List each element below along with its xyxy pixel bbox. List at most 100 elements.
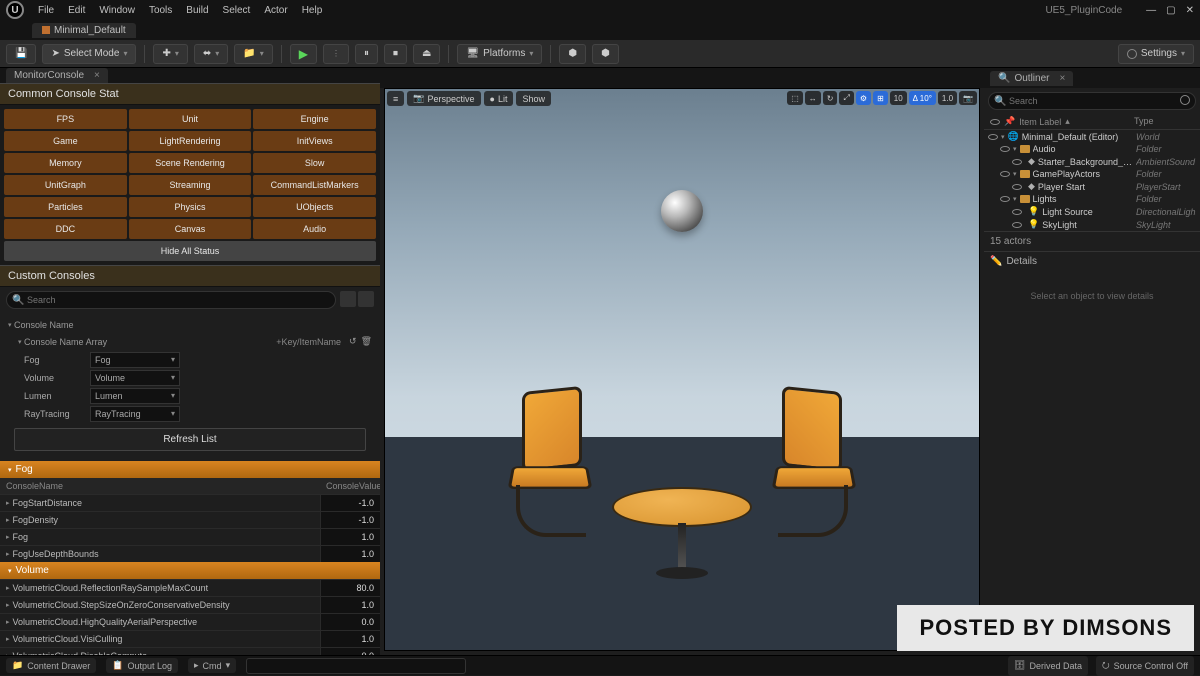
fog-value[interactable]: 1.0	[320, 529, 380, 545]
reset-icon[interactable]: ↺	[349, 336, 357, 347]
outliner-node[interactable]: 💡Light SourceDirectionalLight	[984, 205, 1200, 218]
fog-key[interactable]: ▸Fog	[0, 529, 320, 545]
console-name-row[interactable]: ▾ Console Name	[8, 317, 372, 333]
stat-ddc[interactable]: DDC	[4, 219, 127, 239]
fog-value[interactable]: 1.0	[320, 546, 380, 562]
visibility-icon[interactable]	[1012, 222, 1022, 228]
pause-button[interactable]: ⏸	[355, 44, 378, 64]
toolbar-extra-2[interactable]: ⬢	[592, 44, 619, 64]
stat-particles[interactable]: Particles	[4, 197, 127, 217]
outliner-node[interactable]: ▾AudioFolder	[984, 143, 1200, 155]
window-max-icon[interactable]: ▢	[1166, 5, 1175, 16]
viewport-widget-7[interactable]: Δ 10°	[909, 91, 936, 105]
menu-actor[interactable]: Actor	[264, 5, 287, 16]
volume-section-header[interactable]: ▾Volume	[0, 562, 380, 579]
ctrl-dropdown-raytracing[interactable]: RayTracing▾	[90, 406, 180, 422]
visibility-icon[interactable]	[1012, 159, 1022, 165]
stat-unit[interactable]: Unit	[129, 109, 252, 129]
viewport-widget-4[interactable]: ⚙	[856, 91, 871, 105]
stat-physics[interactable]: Physics	[129, 197, 252, 217]
content-drawer-button[interactable]: 📁 Content Drawer	[6, 658, 96, 673]
outliner-node[interactable]: ▾GamePlayActorsFolder	[984, 168, 1200, 180]
outliner-col-type[interactable]: Type	[1134, 116, 1194, 127]
outliner-node[interactable]: ◆Starter_Background_CueAmbientSound	[984, 155, 1200, 168]
viewport-widget-1[interactable]: ↔	[805, 91, 821, 105]
stat-audio[interactable]: Audio	[253, 219, 376, 239]
fog-key[interactable]: ▸FogDensity	[0, 512, 320, 528]
menu-edit[interactable]: Edit	[68, 5, 85, 16]
search-opt-1[interactable]	[340, 291, 356, 307]
menu-file[interactable]: File	[38, 5, 54, 16]
volume-key[interactable]: ▸VolumetricCloud.HighQualityAerialPerspe…	[0, 614, 320, 630]
viewport-widget-9[interactable]: 📷	[959, 91, 977, 105]
ctrl-dropdown-fog[interactable]: Fog▾	[90, 352, 180, 368]
viewport-lit-button[interactable]: ● Lit	[484, 91, 514, 106]
fog-key[interactable]: ▸FogStartDistance	[0, 495, 320, 511]
window-close-icon[interactable]: ✕	[1186, 5, 1194, 16]
custom-console-search[interactable]	[6, 291, 336, 309]
menu-tools[interactable]: Tools	[149, 5, 172, 16]
fog-section-header[interactable]: ▾Fog	[0, 461, 380, 478]
outliner-search-input[interactable]	[988, 92, 1196, 110]
ctrl-dropdown-lumen[interactable]: Lumen▾	[90, 388, 180, 404]
viewport[interactable]: ≡ 📷 Perspective ● Lit Show ⬚↔↻⤢⚙⊞10Δ 10°…	[384, 88, 980, 651]
menu-build[interactable]: Build	[186, 5, 208, 16]
volume-value[interactable]: 0.0	[320, 648, 380, 655]
outliner-node[interactable]: 💡SkyLightSkyLight	[984, 218, 1200, 231]
settings-button[interactable]: Settings ▾	[1118, 44, 1194, 64]
volume-key[interactable]: ▸VolumetricCloud.ReflectionRaySampleMaxC…	[0, 580, 320, 596]
volume-key[interactable]: ▸VolumetricCloud.VisiCulling	[0, 631, 320, 647]
outliner-col-label[interactable]: 📌 Item Label ▴	[990, 116, 1134, 127]
viewport-widget-0[interactable]: ⬚	[787, 91, 803, 105]
stat-initviews[interactable]: InitViews	[253, 131, 376, 151]
stat-uobjects[interactable]: UObjects	[253, 197, 376, 217]
viewport-widget-2[interactable]: ↻	[823, 91, 838, 105]
stat-game[interactable]: Game	[4, 131, 127, 151]
viewport-perspective-button[interactable]: 📷 Perspective	[407, 91, 480, 106]
outliner-node[interactable]: ▾LightsFolder	[984, 193, 1200, 205]
volume-key[interactable]: ▸VolumetricCloud.DisableCompute	[0, 648, 320, 655]
play-options-button[interactable]: ⋮	[323, 44, 349, 64]
output-log-button[interactable]: 📋 Output Log	[106, 658, 178, 673]
outliner-tab[interactable]: 🔍 Outliner×	[990, 71, 1073, 86]
fog-key[interactable]: ▸FogUseDepthBounds	[0, 546, 320, 562]
stat-commandlistmarkers[interactable]: CommandListMarkers	[253, 175, 376, 195]
ctrl-dropdown-volume[interactable]: Volume▾	[90, 370, 180, 386]
eject-button[interactable]: ⏏	[413, 44, 440, 64]
visibility-icon[interactable]	[988, 134, 998, 140]
viewport-widget-5[interactable]: ⊞	[873, 91, 888, 105]
hide-all-button[interactable]: Hide All Status	[4, 241, 376, 261]
monitor-console-tab[interactable]: MonitorConsole×	[6, 68, 108, 83]
viewport-widget-8[interactable]: 1.0	[938, 91, 957, 105]
blueprints-button[interactable]: 📁▾	[234, 44, 272, 64]
details-header[interactable]: ✏️ Details	[984, 251, 1200, 271]
volume-value[interactable]: 80.0	[320, 580, 380, 596]
search-opt-2[interactable]	[358, 291, 374, 307]
cmd-input[interactable]	[246, 658, 466, 674]
console-name-array-row[interactable]: ▾ Console Name Array +Key/ItemName ↺ 🗑	[8, 333, 372, 350]
stat-streaming[interactable]: Streaming	[129, 175, 252, 195]
visibility-icon[interactable]	[1012, 209, 1022, 215]
outliner-node[interactable]: ◆Player StartPlayerStart	[984, 180, 1200, 193]
stat-lightrendering[interactable]: LightRendering	[129, 131, 252, 151]
stat-fps[interactable]: FPS	[4, 109, 127, 129]
cmd-button[interactable]: ▸ Cmd ▾	[188, 658, 236, 673]
visibility-icon[interactable]	[1000, 171, 1010, 177]
play-button[interactable]: ▶	[290, 44, 317, 64]
save-button[interactable]: 💾	[6, 44, 36, 64]
stat-memory[interactable]: Memory	[4, 153, 127, 173]
menu-window[interactable]: Window	[99, 5, 135, 16]
visibility-icon[interactable]	[1000, 146, 1010, 152]
viewport-widget-3[interactable]: ⤢	[839, 91, 853, 105]
volume-value[interactable]: 1.0	[320, 631, 380, 647]
outliner-node[interactable]: ▾🌐Minimal_Default (Editor)World	[984, 130, 1200, 143]
stat-unitgraph[interactable]: UnitGraph	[4, 175, 127, 195]
fog-value[interactable]: -1.0	[320, 512, 380, 528]
stat-scene-rendering[interactable]: Scene Rendering	[129, 153, 252, 173]
stat-canvas[interactable]: Canvas	[129, 219, 252, 239]
visibility-icon[interactable]	[1000, 196, 1010, 202]
level-tab[interactable]: Minimal_Default	[32, 23, 136, 38]
menu-select[interactable]: Select	[223, 5, 251, 16]
viewport-widget-6[interactable]: 10	[890, 91, 907, 105]
marketplace-button[interactable]: ⬌▾	[194, 44, 228, 64]
